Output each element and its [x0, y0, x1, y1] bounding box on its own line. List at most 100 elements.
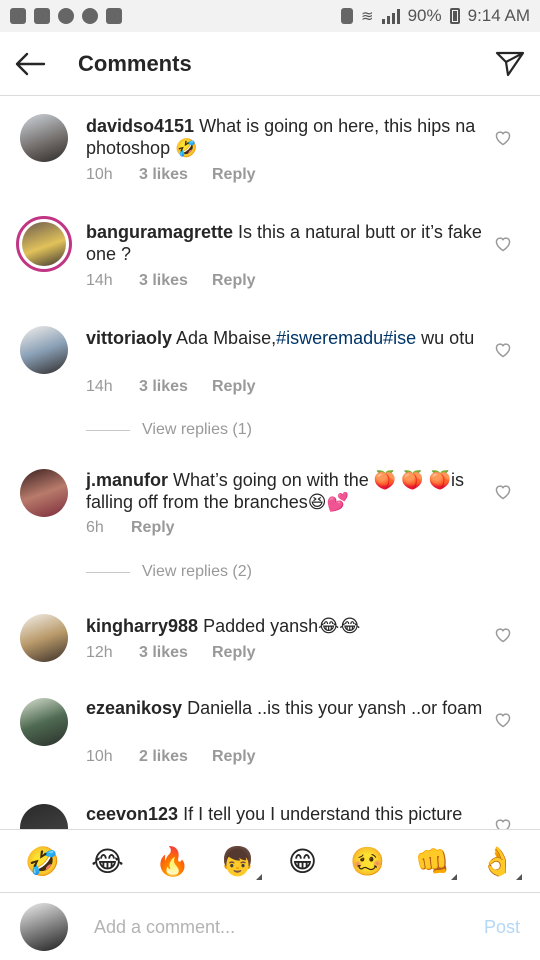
username[interactable]: vittoriaoly [86, 328, 172, 348]
reply-button[interactable]: Reply [131, 519, 175, 537]
heart-icon[interactable] [494, 130, 512, 146]
arrow-left-icon [15, 52, 46, 75]
view-replies-button[interactable]: View replies (2) [86, 563, 252, 581]
battery-percent: 90% [407, 6, 442, 25]
emoji-rofl-button[interactable]: 🤣 [21, 845, 65, 878]
emoji-woozy-button[interactable]: 🥴 [346, 845, 390, 878]
heart-icon[interactable] [494, 484, 512, 500]
comment-meta: 10h 3 likes Reply [86, 166, 256, 184]
avatar[interactable] [20, 614, 68, 662]
username[interactable]: ceevon123 [86, 804, 178, 824]
likes-count[interactable]: 3 likes [139, 166, 212, 184]
avatar[interactable] [20, 804, 68, 829]
comment-text: banguramagrette Is this a natural butt o… [86, 221, 486, 265]
username[interactable]: davidso4151 [86, 116, 194, 136]
emoji-ok-hand-button[interactable]: 👌 [476, 844, 522, 880]
comment-text: ceevon123 If I tell you I understand thi… [86, 803, 506, 825]
wifi-icon: ≋ [361, 8, 374, 25]
comment-meta: 12h 3 likes Reply [86, 644, 256, 662]
reply-button[interactable]: Reply [212, 748, 256, 766]
view-replies-label: View replies (2) [142, 563, 252, 580]
hashtag-link[interactable]: #isweremadu#ise [276, 328, 416, 348]
divider [86, 571, 130, 573]
comment-meta: 6h Reply [86, 519, 175, 537]
comment-composer: Post [0, 894, 540, 960]
skin-tone-indicator [450, 873, 457, 880]
comment-text: kingharry988 Padded yansh😂😂 [86, 615, 486, 637]
comment-body: If I tell you I understand this picture [178, 804, 463, 824]
comment-text: vittoriaoly Ada Mbaise,#isweremadu#ise w… [86, 327, 486, 349]
clock: 9:14 AM [467, 6, 530, 25]
paper-plane-icon [495, 51, 525, 76]
username[interactable]: ezeanikosy [86, 698, 182, 718]
comment-input[interactable] [94, 916, 454, 938]
heart-icon[interactable] [494, 818, 512, 829]
avatar[interactable] [20, 114, 68, 162]
heart-icon[interactable] [494, 712, 512, 728]
skin-tone-indicator [255, 873, 262, 880]
emoji-grin-button[interactable]: 😁 [281, 845, 325, 878]
header: Comments [0, 32, 540, 96]
app-notification-icon [34, 8, 50, 24]
emoji-tears-of-joy-button[interactable]: 😂 [86, 845, 130, 878]
status-bar: ≋ 90% 9:14 AM [0, 0, 540, 32]
likes-count[interactable]: 3 likes [139, 378, 212, 396]
skin-tone-indicator [515, 873, 522, 880]
view-replies-button[interactable]: View replies (1) [86, 421, 252, 439]
comment-item: ceevon123 If I tell you I understand thi… [0, 796, 540, 829]
reply-button[interactable]: Reply [212, 644, 256, 662]
timestamp: 14h [86, 378, 113, 395]
emoji-boy-button[interactable]: 👦 [216, 844, 262, 880]
signal-icon [381, 8, 400, 24]
battery-icon [449, 8, 460, 24]
comment-text: ezeanikosy Daniella ..is this your yansh… [86, 697, 486, 719]
timestamp: 10h [86, 748, 113, 765]
image-icon [106, 8, 122, 24]
heart-icon[interactable] [494, 342, 512, 358]
reply-button[interactable]: Reply [212, 166, 256, 184]
timestamp: 6h [86, 519, 104, 536]
comment-body: Daniella ..is this your yansh ..or foam [182, 698, 483, 718]
emoji-glyph: 👊 [415, 844, 450, 878]
avatar[interactable] [20, 326, 68, 374]
comment-body: Ada Mbaise, [172, 328, 277, 348]
direct-share-button[interactable] [480, 32, 540, 96]
view-replies-label: View replies (1) [142, 421, 252, 438]
comment-text: j.manufor What’s going on with the 🍑 🍑 🍑… [86, 469, 486, 513]
timestamp: 12h [86, 644, 113, 661]
page-title: Comments [78, 50, 192, 76]
my-avatar [20, 903, 68, 951]
likes-count[interactable]: 3 likes [139, 644, 212, 662]
avatar[interactable] [16, 216, 72, 272]
likes-count[interactable]: 3 likes [139, 272, 212, 290]
comment-item: banguramagrette Is this a natural butt o… [0, 203, 540, 309]
divider [86, 429, 130, 431]
username[interactable]: j.manufor [86, 470, 168, 490]
timestamp: 14h [86, 272, 113, 289]
heart-icon[interactable] [494, 236, 512, 252]
emoji-fire-button[interactable]: 🔥 [151, 845, 195, 878]
post-button[interactable]: Post [484, 917, 520, 938]
comments-list[interactable]: davidso4151 What is going on here, this … [0, 97, 540, 829]
comment-meta: 14h 3 likes Reply [86, 378, 256, 396]
battery-saver-icon [341, 8, 354, 24]
timestamp: 10h [86, 166, 113, 183]
avatar[interactable] [20, 698, 68, 746]
heart-icon[interactable] [494, 627, 512, 643]
avatar[interactable] [20, 469, 68, 517]
back-button[interactable] [0, 32, 60, 96]
emoji-quick-bar: 🤣 😂 🔥 👦 😁 🥴 👊 👌 [0, 829, 540, 893]
reply-button[interactable]: Reply [212, 378, 256, 396]
emoji-glyph: 👌 [480, 844, 515, 878]
comment-meta: 10h 2 likes Reply [86, 748, 256, 766]
likes-count[interactable]: 2 likes [139, 748, 212, 766]
username[interactable]: banguramagrette [86, 222, 233, 242]
username[interactable]: kingharry988 [86, 616, 198, 636]
emoji-fist-button[interactable]: 👊 [411, 844, 457, 880]
comment-meta: 14h 3 likes Reply [86, 272, 256, 290]
comment-text: davidso4151 What is going on here, this … [86, 115, 486, 159]
whatsapp-icon [58, 8, 74, 24]
emoji-glyph: 👦 [220, 844, 255, 878]
comment-item: vittoriaoly Ada Mbaise,#isweremadu#ise w… [0, 309, 540, 459]
reply-button[interactable]: Reply [212, 272, 256, 290]
